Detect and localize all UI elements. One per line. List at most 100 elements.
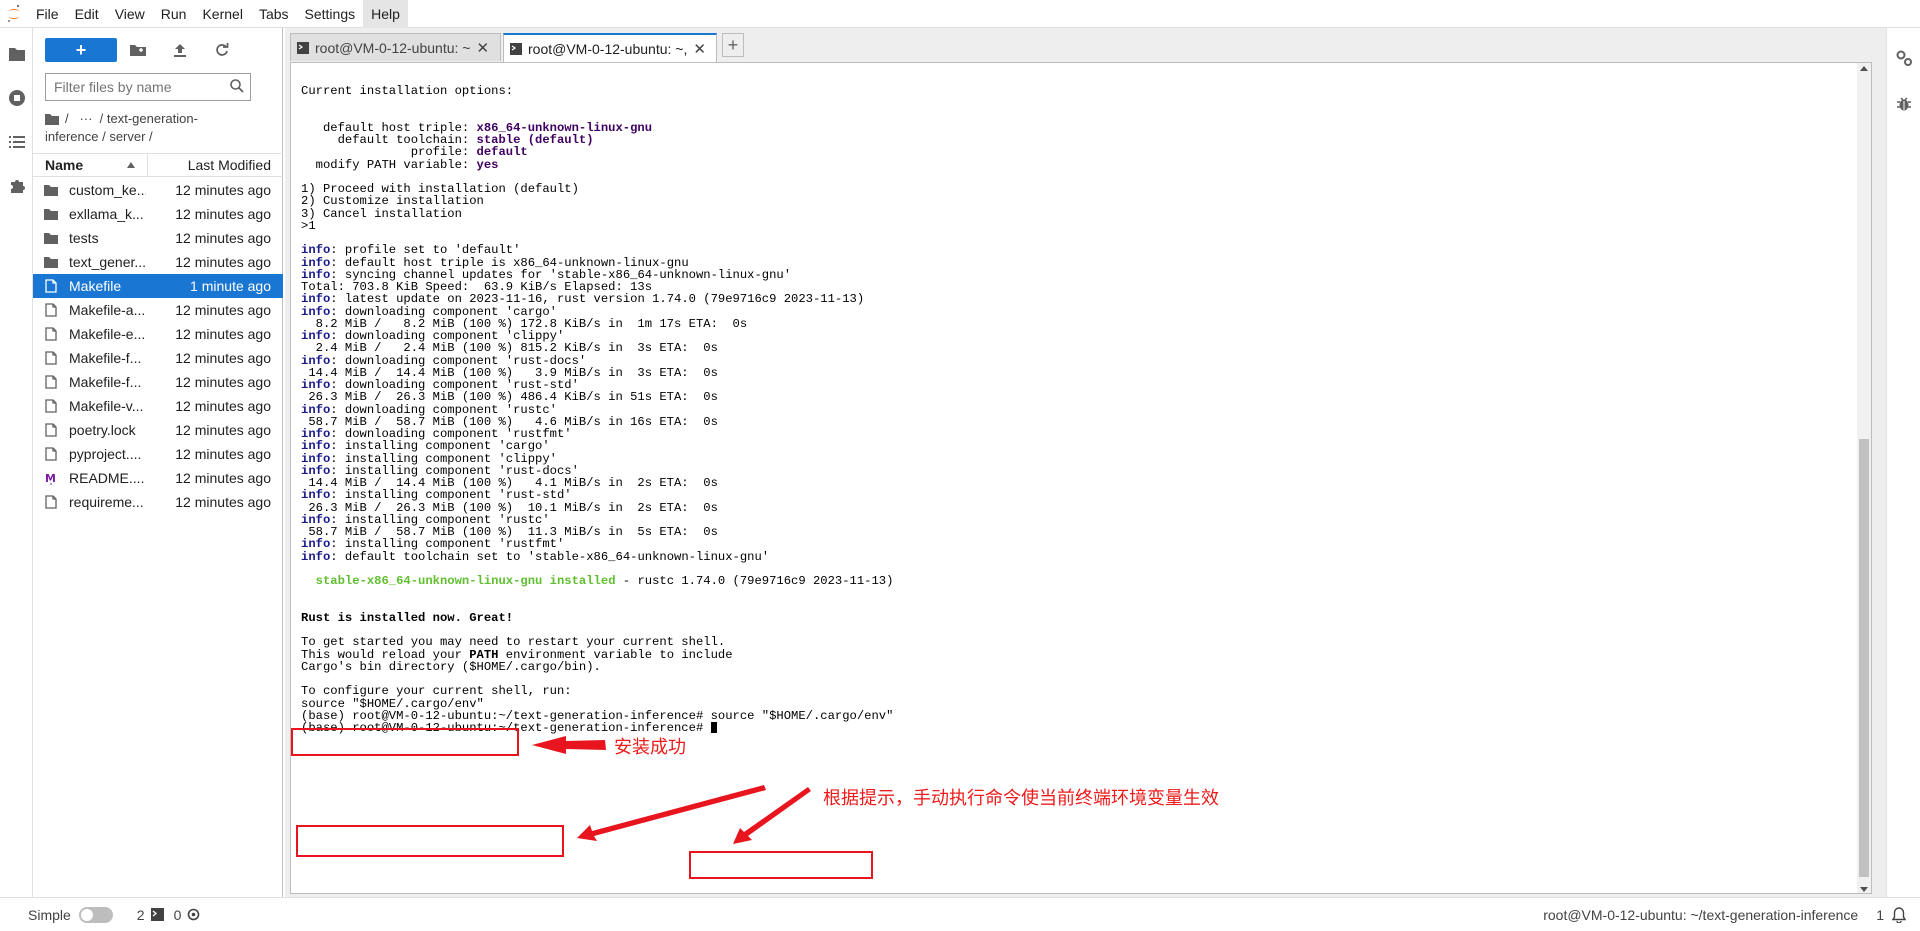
tab-terminal-1[interactable]: root@VM-0-12-ubuntu: ~ ✕ bbox=[290, 33, 501, 61]
file-row[interactable]: exllama_k... 12 minutes ago bbox=[33, 202, 283, 226]
file-modified: 12 minutes ago bbox=[175, 398, 271, 414]
file-modified: 12 minutes ago bbox=[175, 326, 271, 342]
kernel-count[interactable]: 2 bbox=[137, 907, 145, 923]
terminal-text-segment: stable-x86_64-unknown-linux-gnu installe… bbox=[315, 574, 616, 588]
tab-label: root@VM-0-12-ubuntu: ~ bbox=[315, 39, 471, 56]
file-filter-field[interactable] bbox=[45, 73, 251, 101]
file-row[interactable]: tests 12 minutes ago bbox=[33, 226, 283, 250]
property-inspector-gear-icon[interactable] bbox=[1887, 42, 1920, 74]
file-filter-input[interactable] bbox=[54, 79, 224, 95]
upload-icon[interactable] bbox=[159, 38, 201, 62]
last-modified-column-header[interactable]: Last Modified bbox=[148, 157, 283, 173]
extension-puzzle-icon[interactable] bbox=[0, 170, 33, 202]
file-icon bbox=[33, 279, 69, 293]
terminal-text-segment: info bbox=[301, 549, 331, 564]
refresh-icon[interactable] bbox=[201, 38, 243, 62]
terminal-panel[interactable]: Current installation options: default ho… bbox=[290, 62, 1872, 894]
search-icon bbox=[230, 79, 244, 96]
menu-kernel[interactable]: Kernel bbox=[194, 0, 250, 28]
menu-tabs[interactable]: Tabs bbox=[251, 0, 297, 28]
file-modified: 12 minutes ago bbox=[175, 254, 271, 270]
file-row[interactable]: Makefile-v... 12 minutes ago bbox=[33, 394, 283, 418]
file-row[interactable]: Makefile-a... 12 minutes ago bbox=[33, 298, 283, 322]
file-modified: 12 minutes ago bbox=[175, 494, 271, 510]
debugger-bug-icon[interactable] bbox=[1887, 88, 1920, 120]
menu-file[interactable]: File bbox=[28, 0, 67, 28]
menu-help[interactable]: Help bbox=[363, 0, 408, 28]
file-modified: 12 minutes ago bbox=[175, 422, 271, 438]
tab-terminal-2[interactable]: root@VM-0-12-ubuntu: ~, ✕ bbox=[503, 33, 717, 62]
file-modified: 12 minutes ago bbox=[175, 470, 271, 486]
file-name: poetry.lock bbox=[69, 422, 136, 438]
breadcrumb: / ··· / text-generation- inference / ser… bbox=[45, 110, 275, 146]
file-row[interactable]: pyproject.... 12 minutes ago bbox=[33, 442, 283, 466]
terminal-output[interactable]: Current installation options: default ho… bbox=[301, 85, 893, 734]
status-bar: Simple 2 0 root@VM-0-12-ubuntu: ~/text-g… bbox=[0, 897, 1920, 931]
terminal-line: info: default toolchain set to 'stable-x… bbox=[301, 549, 893, 564]
terminal-text-segment: Rust is installed now. Great! bbox=[301, 610, 514, 625]
name-column-header[interactable]: Name bbox=[33, 154, 148, 176]
menu-view[interactable]: View bbox=[107, 0, 153, 28]
file-row[interactable]: custom_ke... 12 minutes ago bbox=[33, 178, 283, 202]
highlight-box-success bbox=[291, 728, 519, 756]
home-folder-icon[interactable] bbox=[45, 113, 59, 125]
close-tab-icon[interactable]: ✕ bbox=[693, 40, 706, 58]
file-icon bbox=[33, 495, 69, 509]
terminal-line: Rust is installed now. Great! bbox=[301, 612, 893, 624]
simple-mode-toggle[interactable] bbox=[78, 906, 113, 923]
scroll-down-arrow-icon[interactable] bbox=[1860, 887, 1868, 892]
file-row[interactable]: Makefile 1 minute ago bbox=[33, 274, 283, 298]
terminal-text-segment: yes bbox=[476, 157, 499, 172]
file-name: Makefile-e... bbox=[69, 326, 146, 342]
file-list: custom_ke... 12 minutes ago exllama_k... 12… bbox=[33, 178, 283, 514]
breadcrumb-path-continued[interactable]: inference / server / bbox=[45, 128, 275, 146]
file-row[interactable]: M README.... 12 minutes ago bbox=[33, 466, 283, 490]
menu-run[interactable]: Run bbox=[153, 0, 195, 28]
running-sessions-icon[interactable] bbox=[0, 82, 33, 114]
file-icon bbox=[33, 375, 69, 389]
terminal-line: Cargo's bin directory ($HOME/.cargo/bin)… bbox=[301, 661, 893, 673]
notification-bell-icon[interactable] bbox=[1892, 906, 1906, 923]
folder-icon bbox=[33, 256, 69, 268]
terminal-scrollbar[interactable] bbox=[1857, 63, 1871, 893]
highlight-box-instruction bbox=[296, 825, 564, 857]
new-launcher-button[interactable]: + bbox=[45, 38, 117, 62]
file-name: text_gener... bbox=[69, 254, 146, 270]
terminal-text-segment: Current installation options: bbox=[301, 84, 514, 98]
close-tab-icon[interactable]: ✕ bbox=[476, 39, 489, 57]
terminal-text-segment: Cargo's bin directory ($HOME/.cargo/bin)… bbox=[301, 659, 601, 674]
scroll-up-arrow-icon[interactable] bbox=[1860, 66, 1868, 71]
file-modified: 12 minutes ago bbox=[175, 206, 271, 222]
terminal-count[interactable]: 0 bbox=[174, 907, 182, 923]
file-row[interactable]: text_gener... 12 minutes ago bbox=[33, 250, 283, 274]
terminal-line: >1 bbox=[301, 220, 893, 232]
file-icon bbox=[33, 351, 69, 365]
file-row[interactable]: Makefile-e... 12 minutes ago bbox=[33, 322, 283, 346]
scrollbar-thumb[interactable] bbox=[1859, 439, 1869, 877]
file-modified: 12 minutes ago bbox=[175, 350, 271, 366]
file-browser-toolbar: + bbox=[45, 38, 243, 62]
breadcrumb-path[interactable]: / ··· / text-generation- bbox=[65, 110, 198, 128]
terminal-icon bbox=[297, 41, 309, 54]
markdown-icon: M bbox=[33, 471, 69, 485]
file-name: Makefile-a... bbox=[69, 302, 146, 318]
add-tab-button[interactable]: + bbox=[722, 33, 744, 57]
terminal-line: modify PATH variable: yes bbox=[301, 157, 893, 172]
folder-icon[interactable] bbox=[0, 38, 33, 70]
file-icon bbox=[33, 447, 69, 461]
new-folder-icon[interactable] bbox=[117, 38, 159, 62]
notification-count[interactable]: 1 bbox=[1876, 907, 1884, 923]
file-row[interactable]: Makefile-f... 12 minutes ago bbox=[33, 370, 283, 394]
annotation-run-hint: 根据提示，手动执行命令使当前终端环境变量生效 bbox=[823, 788, 1219, 809]
file-row[interactable]: Makefile-f... 12 minutes ago bbox=[33, 346, 283, 370]
file-row[interactable]: requireme... 12 minutes ago bbox=[33, 490, 283, 514]
file-row[interactable]: poetry.lock 12 minutes ago bbox=[33, 418, 283, 442]
current-terminal-path[interactable]: root@VM-0-12-ubuntu: ~/text-generation-i… bbox=[1543, 907, 1858, 923]
file-icon bbox=[33, 423, 69, 437]
menu-settings[interactable]: Settings bbox=[297, 0, 364, 28]
menu-edit[interactable]: Edit bbox=[67, 0, 107, 28]
terminal-text-segment: - rustc 1.74.0 (79e9716c9 2023-11-13) bbox=[615, 574, 894, 588]
sort-ascending-icon bbox=[127, 162, 135, 168]
table-of-contents-icon[interactable] bbox=[0, 126, 33, 158]
file-name: Makefile bbox=[69, 278, 122, 294]
